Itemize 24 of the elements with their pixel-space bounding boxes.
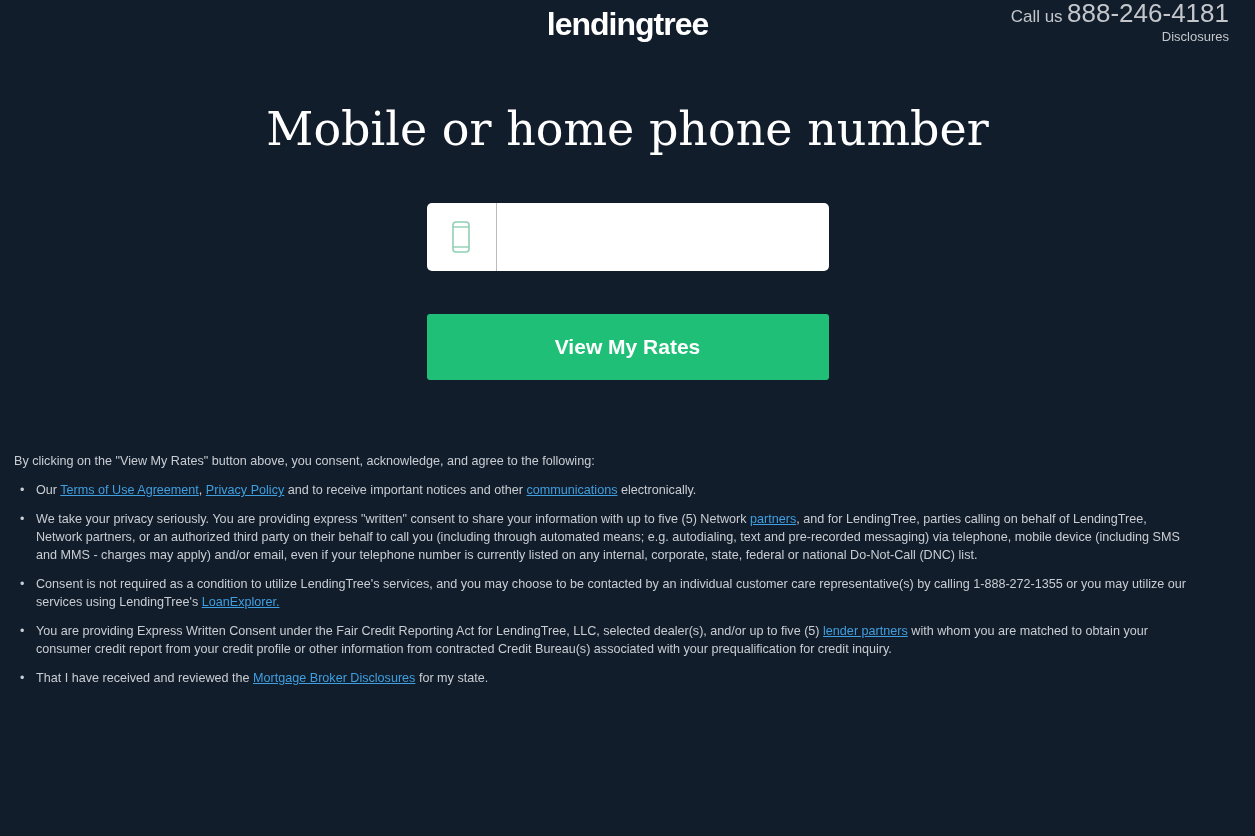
consent-link[interactable]: Mortgage Broker Disclosures — [253, 671, 416, 686]
consent-item: Our Terms of Use Agreement, Privacy Policy and to receive important notices and other communications electronically. — [36, 482, 697, 500]
consent-item: We take your privacy seriously. You are providing express "written" consent to share your information with up to five (5) Network partners, and for LendingTree, parties calling on behalf of LendingTree, Network partners, or an authorized third party on their behalf to call you (including through automated means; e.g. autodialing, text and pre-recorded messaging) via telephone, mobile device (including SMS and MMS - charges may apply) and/or email, even if your telephone number is currently listed on any internal, corporate, state, federal or national Do-Not-Call (DNC) list. — [36, 511, 1181, 565]
consent-intro: By clicking on the "View My Rates" button above, you consent, acknowledge, and agree to the following: — [14, 453, 596, 471]
disclosures-link[interactable]: Disclosures — [1161, 30, 1229, 43]
phone-icon — [452, 221, 470, 254]
bullet-marker: • — [19, 576, 26, 594]
bullet-marker: • — [19, 511, 26, 529]
logo[interactable]: lendingtree — [546, 8, 709, 50]
consent-link[interactable]: Terms of Use Agreement — [60, 483, 199, 498]
bullet-marker: • — [19, 623, 26, 641]
phone-field[interactable] — [426, 203, 829, 272]
consent-item: Consent is not required as a condition to utilize LendingTree's services, and you may choose to be contacted by an individual customer care representative(s) by calling 1-888-272-1355 or you may utilize our services using LendingTree's LoanExplorer. — [36, 576, 1187, 612]
consent-item: That I have received and reviewed the Mortgage Broker Disclosures for my state. — [36, 670, 489, 688]
phone-number: 888-246-4181 — [1067, 0, 1229, 28]
page-title: Mobile or home phone number — [266, 102, 989, 158]
bullet-marker: • — [19, 670, 26, 688]
consent-link[interactable]: Privacy Policy — [205, 483, 285, 498]
consent-link[interactable]: LoanExplorer. — [201, 595, 280, 610]
call-label: Call us — [1010, 7, 1063, 26]
consent-link[interactable]: communications — [526, 483, 618, 498]
consent-item: You are providing Express Written Consent under the Fair Credit Reporting Act for LendingTree, LLC, selected dealer(s), and/or up to five (5) lender partners with whom you are matched to obtain your consumer credit report from your credit profile or other information from contracted Credit Bureau(s) associated with your prequalification for credit inquiry. — [36, 623, 1149, 659]
bullet-marker: • — [19, 482, 26, 500]
consent-link[interactable]: lender partners — [823, 624, 908, 639]
